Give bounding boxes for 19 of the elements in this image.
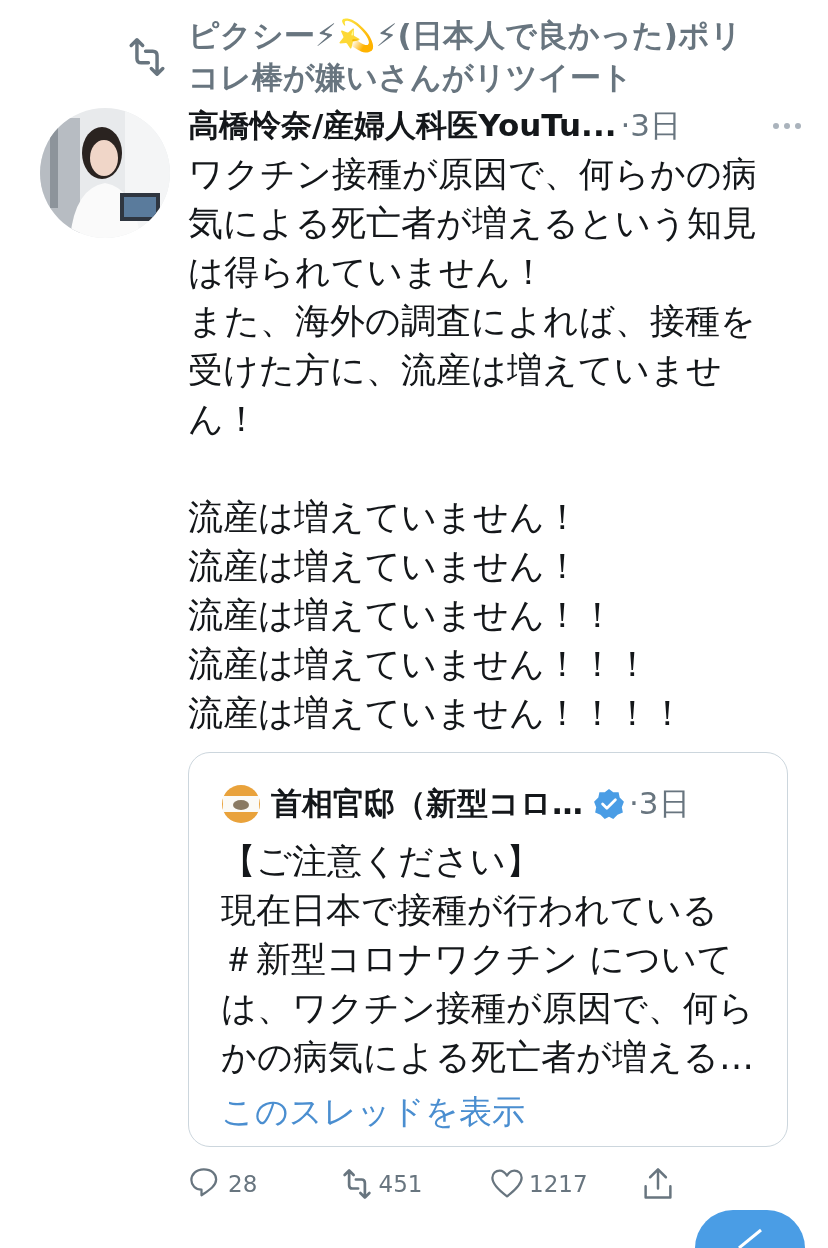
tweet-text: 流産は増えていません！	[188, 496, 581, 539]
tweet-text: ワクチン接種が原因で、何らかの病気による死亡者が増えるという知見は得られていません！	[188, 153, 758, 294]
quoted-text: 現在日本で接種が行われている	[221, 889, 719, 932]
timestamp: ·3日	[629, 784, 690, 823]
action-count: 1217	[529, 1171, 588, 1197]
tweet-text: 流産は増えていません！！！	[188, 643, 651, 686]
quoted-text: ＃新型コロナワクチン については、ワクチン接種が原因で、何らかの病気による死亡者が増える…	[221, 938, 755, 1079]
tweet-text: 流産は増えていません！	[188, 545, 581, 588]
retweet-notice: ピクシー⚡💫⚡(日本人で良かった)ポリコレ棒が嫌いさんがリツイート	[188, 16, 743, 97]
quoted-tweet-card[interactable]: 首相官邸（新型コロ… ·3日 【ご注意ください】 現在日本で接種が行われている ＃新型コロナワクチン については、ワクチン接種が原因で、何らかの病気による死亡者が増える… このスレッドを表示	[188, 752, 788, 1147]
tweet-text: また、海外の調査によれば、接種を受けた方に、流産は増えていません！	[188, 300, 757, 441]
author-name[interactable]: 高橋怜奈/産婦人科医YouTu...	[188, 105, 617, 147]
author-name[interactable]: 首相官邸（新型コロ…	[271, 783, 583, 825]
action-count: 28	[228, 1171, 258, 1197]
tweet-text: 流産は増えていません！！！！	[188, 692, 686, 735]
timestamp: ·3日	[620, 106, 681, 145]
action-count: 451	[378, 1171, 423, 1197]
quoted-text: 【ご注意ください】	[221, 840, 542, 883]
tweet-text: 流産は増えていません！！	[188, 594, 616, 637]
